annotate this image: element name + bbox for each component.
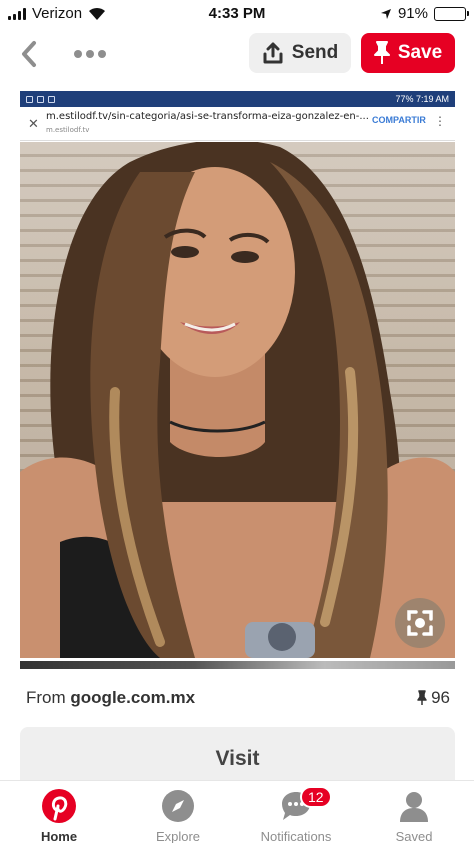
- tab-notifications-label: Notifications: [260, 829, 332, 843]
- pinterest-logo-icon: [42, 789, 76, 823]
- send-label: Send: [291, 42, 339, 63]
- visual-search-button[interactable]: [395, 598, 445, 648]
- tab-explore[interactable]: Explore: [128, 789, 228, 843]
- portrait-photo: [20, 142, 455, 658]
- save-button[interactable]: Save: [361, 33, 455, 73]
- pin-image[interactable]: 77% 7:19 AM ✕ m.estilodf.tv/sin-categori…: [20, 91, 455, 671]
- image-bottom-strip: [20, 661, 455, 669]
- location-arrow-icon: [380, 8, 391, 19]
- embedded-status-right: 77% 7:19 AM: [395, 94, 449, 104]
- source-prefix: From: [26, 688, 66, 707]
- tab-saved-label: Saved: [395, 829, 433, 843]
- chevron-left-icon: [22, 41, 36, 67]
- pin-header: Send Save: [0, 30, 474, 78]
- embedded-url-domain: m.estilodf.tv: [46, 126, 90, 134]
- tab-explore-label: Explore: [155, 829, 201, 843]
- back-button[interactable]: [16, 38, 42, 70]
- embedded-menu-icon: ⋮: [434, 114, 446, 128]
- save-label: Save: [397, 42, 443, 63]
- embedded-url: m.estilodf.tv/sin-categoria/asi-se-trans…: [46, 111, 369, 122]
- person-icon: [400, 792, 428, 822]
- compass-icon: [162, 790, 194, 822]
- save-count-value: 96: [431, 688, 450, 707]
- visual-search-icon: [407, 610, 433, 636]
- tab-saved[interactable]: Saved: [364, 789, 464, 843]
- embedded-share-label: COMPARTIR: [372, 115, 426, 125]
- tab-notifications[interactable]: 12 Notifications: [246, 786, 346, 843]
- pushpin-icon: [373, 41, 390, 64]
- tab-home-label: Home: [40, 829, 78, 843]
- tab-bar: Home Explore 12 Notifications Saved: [0, 780, 474, 843]
- source-domain: google.com.mx: [70, 688, 196, 707]
- visit-label: Visit: [215, 747, 260, 770]
- status-bar: Verizon 4:33 PM 91%: [0, 0, 474, 26]
- battery-percent: 91%: [397, 5, 428, 22]
- pin-source[interactable]: From google.com.mx: [26, 688, 195, 708]
- portrait-figure: [20, 142, 455, 658]
- embedded-url-bar: ✕ m.estilodf.tv/sin-categoria/asi-se-tra…: [20, 107, 455, 141]
- save-count: 96: [417, 688, 450, 708]
- embedded-close-icon: ✕: [28, 116, 39, 131]
- tab-home[interactable]: Home: [9, 789, 109, 843]
- notification-badge: 12: [300, 786, 332, 808]
- status-right: 91%: [380, 5, 469, 22]
- pushpin-icon: [417, 690, 427, 705]
- battery-icon: [434, 6, 469, 21]
- embedded-notification-icons: [26, 95, 55, 103]
- more-options-button[interactable]: [74, 48, 106, 60]
- embedded-status-bar: 77% 7:19 AM: [20, 91, 455, 107]
- share-icon: [263, 42, 283, 64]
- send-button[interactable]: Send: [249, 33, 351, 73]
